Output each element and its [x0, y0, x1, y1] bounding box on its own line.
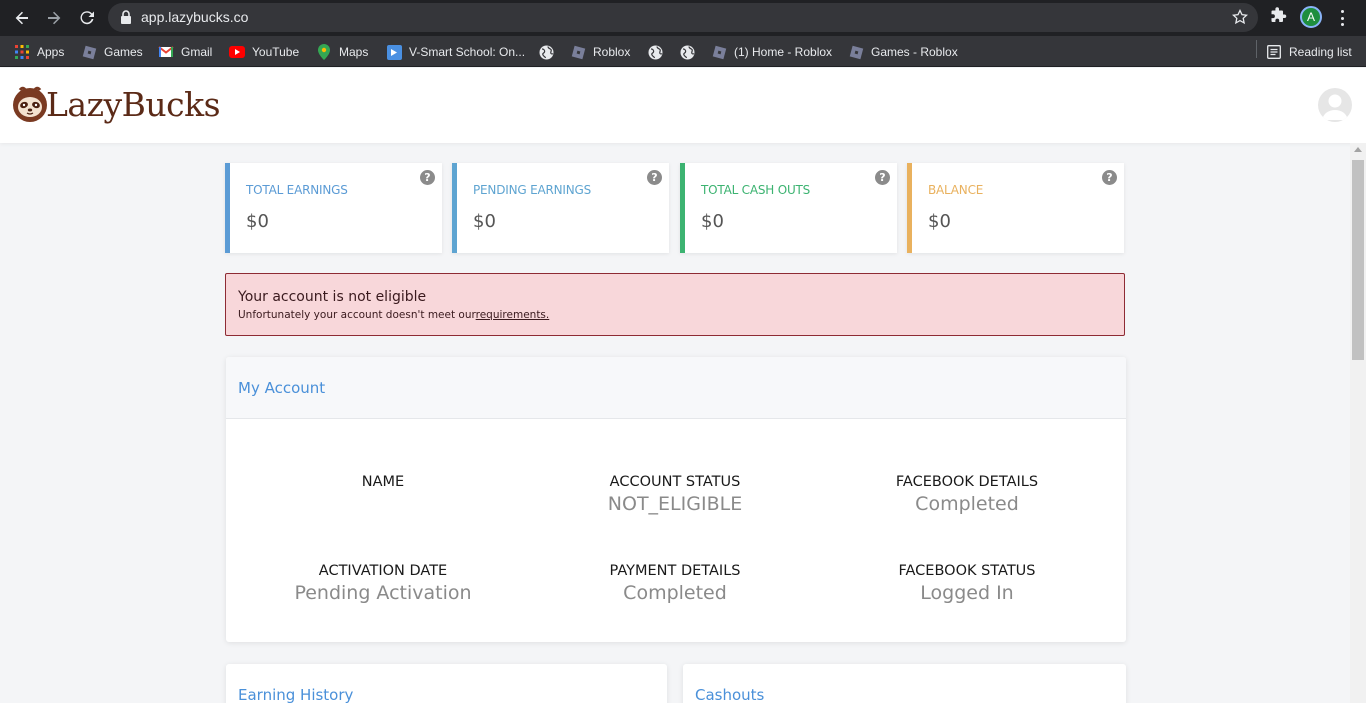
field-value: NOT_ELIGIBLE — [607, 493, 743, 515]
lock-icon — [121, 10, 131, 24]
stat-card-balance: BALANCE $0 ? — [907, 163, 1124, 253]
help-question-icon[interactable]: ? — [1102, 170, 1117, 185]
earning-history-panel: Earning History — [226, 664, 667, 703]
field-value: Pending Activation — [294, 582, 472, 604]
field-label: ACCOUNT STATUS — [609, 474, 741, 490]
user-avatar-icon — [1322, 94, 1348, 120]
field-label: FACEBOOK DETAILS — [895, 474, 1039, 490]
globe-icon — [647, 44, 663, 60]
stat-card-pending-earnings: PENDING EARNINGS $0 ? — [452, 163, 669, 253]
reading-list-icon — [1266, 44, 1282, 60]
help-question-icon[interactable]: ? — [875, 170, 890, 185]
extensions-puzzle-icon[interactable] — [1270, 6, 1288, 24]
alert-text: Unfortunately your account doesn't meet … — [238, 309, 550, 321]
field-activation-date: ACTIVATION DATE Pending Activation — [237, 563, 529, 604]
reading-list-button[interactable]: Reading list — [1266, 41, 1352, 63]
cashouts-panel: Cashouts — [683, 664, 1126, 703]
back-button[interactable] — [10, 6, 34, 30]
eligibility-alert: Your account is not eligible Unfortunate… — [225, 273, 1125, 336]
globe-icon — [679, 44, 695, 60]
browser-toolbar: app.lazybucks.co A — [0, 0, 1366, 36]
reload-button[interactable] — [75, 6, 99, 30]
field-value: Logged In — [920, 582, 1014, 604]
roblox-icon — [81, 44, 97, 60]
field-facebook-details: FACEBOOK DETAILS Completed — [821, 474, 1113, 515]
bookmark-star-icon[interactable] — [1232, 9, 1248, 25]
address-bar[interactable]: app.lazybucks.co — [108, 3, 1258, 32]
forward-button[interactable] — [42, 6, 66, 30]
gmail-icon — [158, 44, 174, 60]
browser-profile-avatar[interactable]: A — [1300, 6, 1322, 28]
field-label: NAME — [361, 474, 405, 490]
bookmark-roblox[interactable]: Roblox — [570, 41, 630, 63]
bookmark-vsmart[interactable]: V-Smart School: On... — [386, 41, 525, 63]
field-label: ACTIVATION DATE — [318, 563, 448, 579]
field-label: FACEBOOK STATUS — [898, 563, 1036, 579]
requirements-link[interactable]: requirements. — [476, 309, 550, 321]
url-text: app.lazybucks.co — [141, 9, 249, 25]
vsmart-icon — [386, 44, 402, 60]
panel-title: My Account — [238, 379, 326, 397]
bookmarks-bar: Apps Games Gmail YouTube Maps V-Smart Sc… — [0, 36, 1366, 67]
panel-header: My Account — [226, 357, 1126, 419]
bookmark-globe-3[interactable] — [679, 41, 702, 63]
logo[interactable]: LazyBucks — [10, 84, 221, 124]
alert-title: Your account is not eligible — [238, 289, 427, 305]
field-label: PAYMENT DETAILS — [609, 563, 741, 579]
cashouts-title: Cashouts — [695, 686, 765, 703]
field-payment-details: PAYMENT DETAILS Completed — [529, 563, 821, 604]
stat-label: TOTAL CASH OUTS — [701, 183, 811, 197]
stat-label: BALANCE — [928, 183, 984, 197]
field-account-status: ACCOUNT STATUS NOT_ELIGIBLE — [529, 474, 821, 515]
stat-value: $0 — [473, 211, 496, 232]
scroll-thumb[interactable] — [1352, 160, 1364, 360]
stat-value: $0 — [701, 211, 724, 232]
bookmark-gmail[interactable]: Gmail — [158, 41, 212, 63]
sloth-logo-icon — [13, 86, 47, 122]
apps-grid-icon — [14, 44, 30, 60]
bookmark-apps[interactable]: Apps — [14, 41, 64, 63]
field-value: Completed — [915, 493, 1019, 515]
stat-label: TOTAL EARNINGS — [246, 183, 348, 197]
bookmark-games-roblox[interactable]: Games - Roblox — [848, 41, 958, 63]
maps-icon — [316, 44, 332, 60]
browser-menu-icon[interactable] — [1336, 8, 1348, 28]
back-arrow-icon — [15, 11, 28, 25]
logo-text: LazyBucks — [46, 84, 221, 124]
forward-arrow-icon — [48, 11, 61, 25]
stat-value: $0 — [928, 211, 951, 232]
page-scrollbar[interactable] — [1350, 143, 1366, 703]
bookmark-youtube[interactable]: YouTube — [229, 41, 299, 63]
roblox-icon — [711, 44, 727, 60]
reload-icon — [80, 11, 94, 25]
stat-card-total-cash-outs: TOTAL CASH OUTS $0 ? — [680, 163, 897, 253]
stat-value: $0 — [246, 211, 269, 232]
earning-history-title: Earning History — [238, 686, 354, 703]
field-value: Completed — [623, 582, 727, 604]
bookmark-maps[interactable]: Maps — [316, 41, 368, 63]
field-name: NAME — [237, 474, 529, 493]
youtube-icon — [229, 44, 245, 60]
help-question-icon[interactable]: ? — [420, 170, 435, 185]
roblox-icon — [570, 44, 586, 60]
user-avatar[interactable] — [1318, 88, 1352, 122]
stat-card-total-earnings: TOTAL EARNINGS $0 ? — [225, 163, 442, 253]
bookmark-roblox-home[interactable]: (1) Home - Roblox — [711, 41, 832, 63]
bookmarks-separator — [1256, 40, 1257, 58]
help-question-icon[interactable]: ? — [647, 170, 662, 185]
field-facebook-status: FACEBOOK STATUS Logged In — [821, 563, 1113, 604]
site-header: LazyBucks — [0, 68, 1366, 143]
globe-icon — [538, 44, 554, 60]
bookmark-games[interactable]: Games — [81, 41, 143, 63]
scroll-up-arrow-icon[interactable] — [1354, 147, 1362, 152]
roblox-icon — [848, 44, 864, 60]
bookmark-globe-1[interactable] — [538, 41, 561, 63]
stat-label: PENDING EARNINGS — [473, 183, 592, 197]
bookmark-globe-2[interactable] — [647, 41, 670, 63]
my-account-panel: My Account NAME ACCOUNT STATUS NOT_ELIGI… — [226, 357, 1126, 642]
